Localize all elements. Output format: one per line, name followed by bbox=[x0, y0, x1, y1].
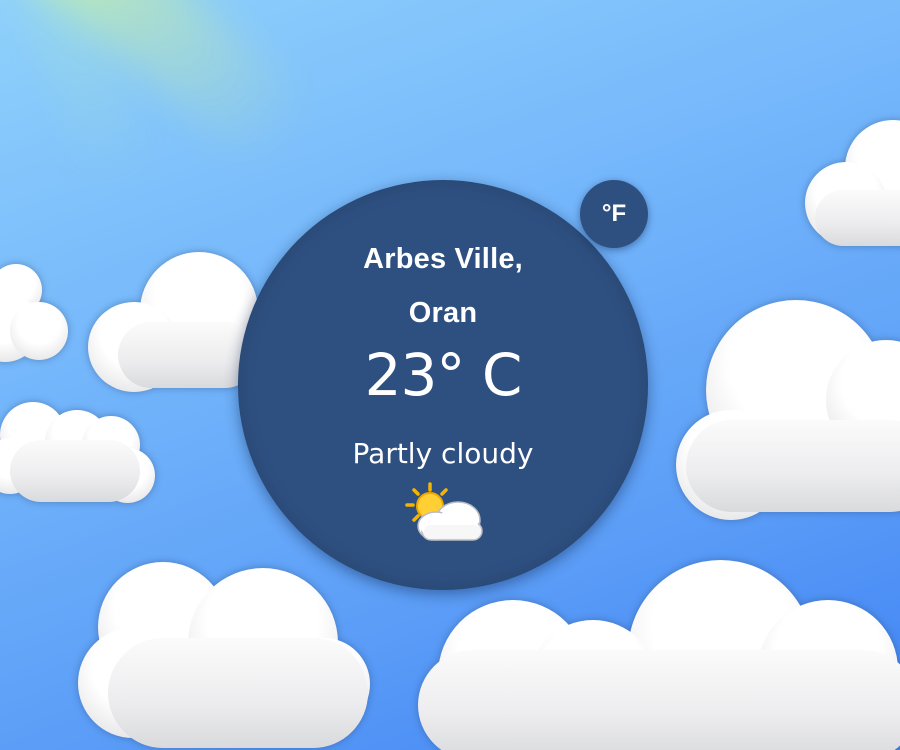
partly-cloudy-icon bbox=[405, 482, 483, 541]
cloud bbox=[805, 120, 900, 260]
fahrenheit-toggle-button[interactable]: °F bbox=[580, 180, 648, 248]
location-name: Arbes Ville, Oran bbox=[238, 232, 648, 340]
cloud bbox=[0, 262, 70, 372]
weather-card: Arbes Ville, Oran 23° C Partly cloudy bbox=[238, 180, 648, 590]
cloud bbox=[0, 400, 165, 510]
temperature-value: 23° C bbox=[364, 341, 523, 409]
cloud bbox=[676, 300, 900, 520]
location-line-1: Arbes Ville, bbox=[363, 243, 523, 275]
cloud bbox=[78, 558, 378, 750]
condition-text: Partly cloudy bbox=[352, 437, 534, 470]
cloud bbox=[418, 560, 900, 750]
location-line-2: Oran bbox=[408, 297, 478, 329]
